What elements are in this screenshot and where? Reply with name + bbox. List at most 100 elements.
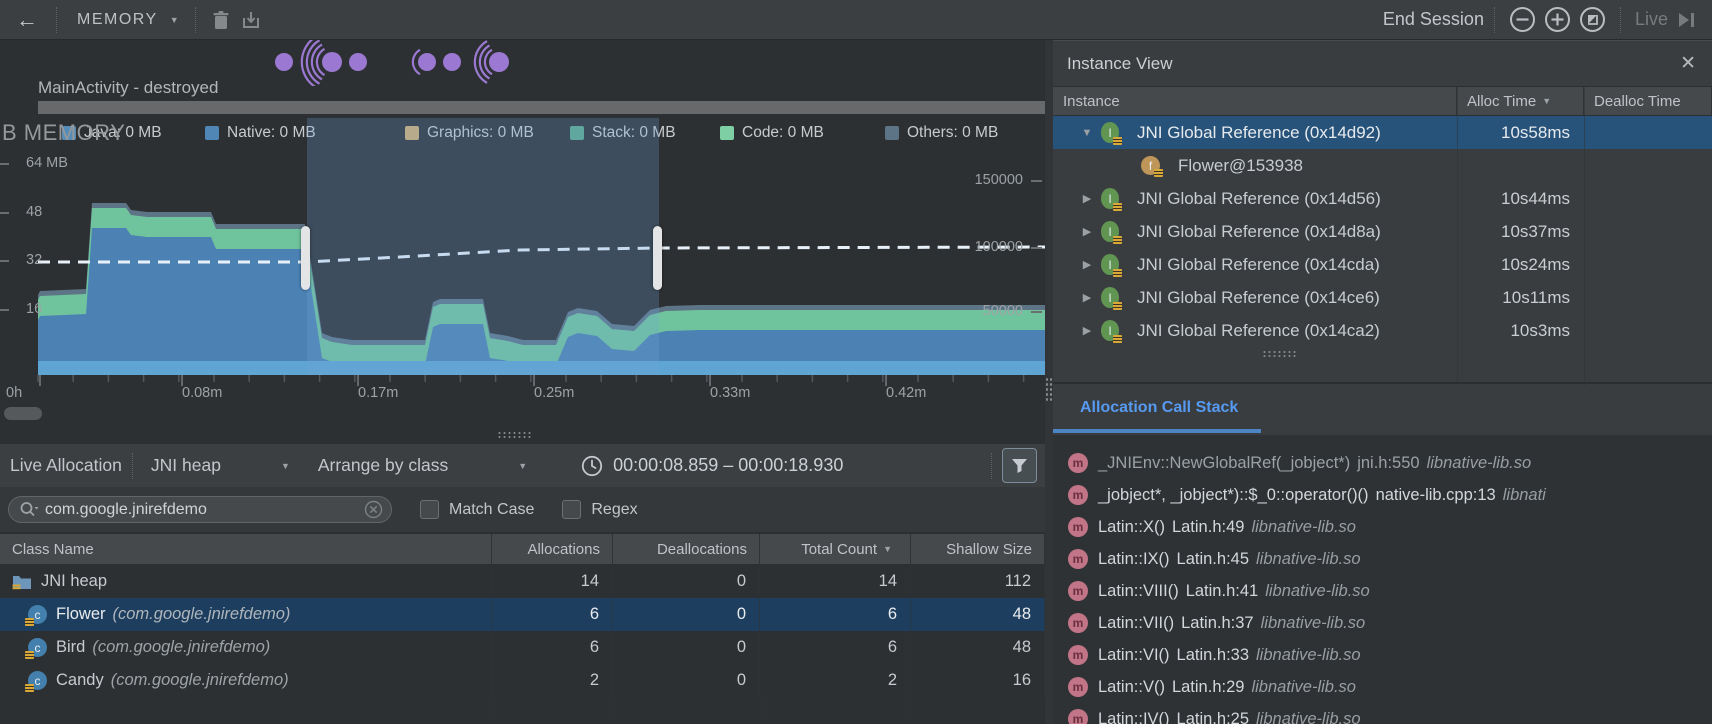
class-name: Flower — [56, 605, 106, 624]
zoom-out-icon[interactable] — [1509, 6, 1536, 33]
panel-splitter[interactable] — [1045, 40, 1053, 724]
method-icon: m — [1068, 645, 1088, 665]
class-name: Bird — [56, 638, 85, 657]
class-table-header[interactable]: Class NameAllocationsDeallocationsTotal … — [0, 533, 1045, 565]
back-button[interactable]: ← — [8, 7, 46, 33]
instance-table-header[interactable]: InstanceAlloc Time ▼Dealloc Time — [1053, 86, 1712, 116]
column-header-class-name[interactable]: Class Name — [0, 534, 492, 564]
table-row[interactable]: cFlower(com.google.jnirefdemo)60648 — [0, 598, 1045, 631]
selection-handle-right[interactable] — [653, 226, 662, 290]
column-header-shallow-size[interactable]: Shallow Size — [911, 534, 1045, 564]
x-axis-label: 0.08m — [182, 385, 222, 401]
live-button[interactable]: Live — [1635, 9, 1668, 30]
chevron-collapsed-icon[interactable]: ▶ — [1077, 291, 1097, 304]
filter-button[interactable] — [1002, 448, 1037, 483]
column-header-instance[interactable]: Instance — [1053, 87, 1457, 115]
search-row: com.google.jnirefdemo Match Case Regex — [0, 487, 1045, 532]
stack-frame-row[interactable]: m_JNIEnv::NewGlobalRef(_jobject*)jni.h:5… — [1053, 447, 1712, 479]
instance-row[interactable]: fFlower@153938 — [1053, 149, 1712, 182]
reset-zoom-icon[interactable] — [1579, 6, 1606, 33]
chevron-expanded-icon[interactable]: ▼ — [1077, 127, 1097, 139]
zoom-in-icon[interactable] — [1544, 6, 1571, 33]
column-divider — [1584, 86, 1585, 386]
method-icon: m — [1068, 485, 1088, 505]
column-header-allocations[interactable]: Allocations — [492, 534, 613, 564]
instance-row[interactable]: ▶IJNI Global Reference (0x14cda)10s24ms — [1053, 248, 1712, 281]
toolbar-separator — [195, 7, 196, 33]
y-axis-right-label: 150000 — [975, 172, 1023, 188]
chevron-collapsed-icon[interactable]: ▶ — [1077, 225, 1097, 238]
vertical-splitter-handle[interactable] — [1045, 377, 1053, 403]
instance-row[interactable]: ▶IJNI Global Reference (0x14d56)10s44ms — [1053, 182, 1712, 215]
shallow-size-value: 112 — [911, 565, 1045, 598]
arrange-select[interactable]: Arrange by class — [318, 455, 448, 476]
instance-row[interactable]: ▶IJNI Global Reference (0x14d8a)10s37ms — [1053, 215, 1712, 248]
chevron-down-icon[interactable]: ▼ — [281, 461, 290, 471]
column-header-total-count[interactable]: Total Count ▼ — [760, 534, 911, 564]
instance-row[interactable]: ▶IJNI Global Reference (0x14ca2)10s3ms — [1053, 314, 1712, 347]
alloc-time-value: 10s44ms — [1457, 182, 1584, 215]
regex-label[interactable]: Regex — [591, 501, 637, 519]
frame-function: Latin::V() — [1098, 678, 1165, 697]
y-axis-label: 48 — [26, 204, 42, 220]
selection-handle-left[interactable] — [301, 226, 310, 290]
jni-reference-icon: I — [1101, 188, 1119, 209]
search-icon[interactable] — [19, 501, 39, 519]
stack-frame-row[interactable]: mLatin::X()Latin.h:49libnative-lib.so — [1053, 511, 1712, 543]
skip-to-end-icon[interactable] — [1676, 10, 1698, 30]
timeline-scrollbar-thumb[interactable] — [4, 407, 42, 420]
allocations-value: 6 — [492, 598, 613, 631]
toolbar-separator — [56, 7, 57, 33]
frame-location: Latin.h:37 — [1181, 614, 1253, 633]
class-table: Class NameAllocationsDeallocationsTotal … — [0, 533, 1045, 724]
frame-module: libnative-lib.so — [1256, 710, 1361, 724]
chevron-down-icon[interactable]: ▼ — [170, 15, 179, 25]
method-icon: m — [1068, 581, 1088, 601]
timeline-selection[interactable] — [307, 118, 659, 375]
stack-frame-row[interactable]: mLatin::V()Latin.h:29libnative-lib.so — [1053, 671, 1712, 703]
column-header-alloc-time[interactable]: Alloc Time ▼ — [1457, 87, 1584, 115]
stack-frame-row[interactable]: mLatin::VII()Latin.h:37libnative-lib.so — [1053, 607, 1712, 639]
end-session-button[interactable]: End Session — [1383, 9, 1484, 30]
export-icon[interactable] — [236, 5, 266, 35]
stack-frame-row[interactable]: mLatin::VI()Latin.h:33libnative-lib.so — [1053, 639, 1712, 671]
stack-frame-row[interactable]: mLatin::IX()Latin.h:45libnative-lib.so — [1053, 543, 1712, 575]
stack-frame-row[interactable]: m _jobject*, _jobject*)::$_0::operator()(… — [1053, 479, 1712, 511]
search-input[interactable]: com.google.jnirefdemo — [8, 496, 392, 523]
jni-reference-icon: I — [1101, 122, 1119, 143]
table-row[interactable]: cBird(com.google.jnirefdemo)60648 — [0, 631, 1045, 664]
jni-badge-icon — [1113, 137, 1122, 145]
tab-allocation-call-stack[interactable]: Allocation Call Stack — [1080, 399, 1238, 417]
total-count-value: 2 — [760, 664, 911, 697]
match-case-checkbox[interactable] — [420, 500, 439, 519]
horizontal-splitter-handle[interactable] — [497, 431, 531, 439]
instance-row[interactable]: ▼IJNI Global Reference (0x14d92)10s58ms — [1053, 116, 1712, 149]
alloc-time-value — [1457, 149, 1584, 182]
stack-frame-row[interactable]: mLatin::IV()Latin.h:25libnative-lib.so — [1053, 703, 1712, 724]
chevron-down-icon[interactable]: ▼ — [518, 461, 527, 471]
profiler-session-select[interactable]: MEMORY — [77, 11, 158, 29]
clear-search-icon[interactable] — [364, 500, 383, 519]
regex-checkbox[interactable] — [562, 500, 581, 519]
chevron-collapsed-icon[interactable]: ▶ — [1077, 324, 1097, 337]
search-value[interactable]: com.google.jnirefdemo — [45, 501, 364, 519]
heap-select[interactable]: JNI heap — [151, 455, 221, 476]
frame-function: _jobject*, _jobject*)::$_0::operator()() — [1098, 486, 1369, 505]
instance-label: JNI Global Reference (0x14d92) — [1137, 123, 1381, 143]
chevron-collapsed-icon[interactable]: ▶ — [1077, 192, 1097, 205]
column-header-dealloc-time[interactable]: Dealloc Time — [1584, 87, 1712, 115]
close-icon[interactable]: ✕ — [1680, 52, 1696, 75]
touch-event-icon — [322, 52, 342, 72]
trash-icon[interactable] — [206, 5, 236, 35]
chevron-collapsed-icon[interactable]: ▶ — [1077, 258, 1097, 271]
instance-view-panel: Instance View ✕ InstanceAlloc Time ▼Deal… — [1053, 40, 1712, 724]
table-row[interactable]: cCandy(com.google.jnirefdemo)20216 — [0, 664, 1045, 697]
frame-location: native-lib.cpp:13 — [1376, 486, 1496, 505]
horizontal-splitter-handle[interactable] — [1262, 350, 1296, 358]
instance-row[interactable]: ▶IJNI Global Reference (0x14ce6)10s11ms — [1053, 281, 1712, 314]
stage-name-overlay: B MEMORY — [2, 120, 125, 146]
match-case-label[interactable]: Match Case — [449, 501, 534, 519]
table-row[interactable]: JNI heap14014112 — [0, 565, 1045, 598]
stack-frame-row[interactable]: mLatin::VIII()Latin.h:41libnative-lib.so — [1053, 575, 1712, 607]
column-header-deallocations[interactable]: Deallocations — [613, 534, 760, 564]
